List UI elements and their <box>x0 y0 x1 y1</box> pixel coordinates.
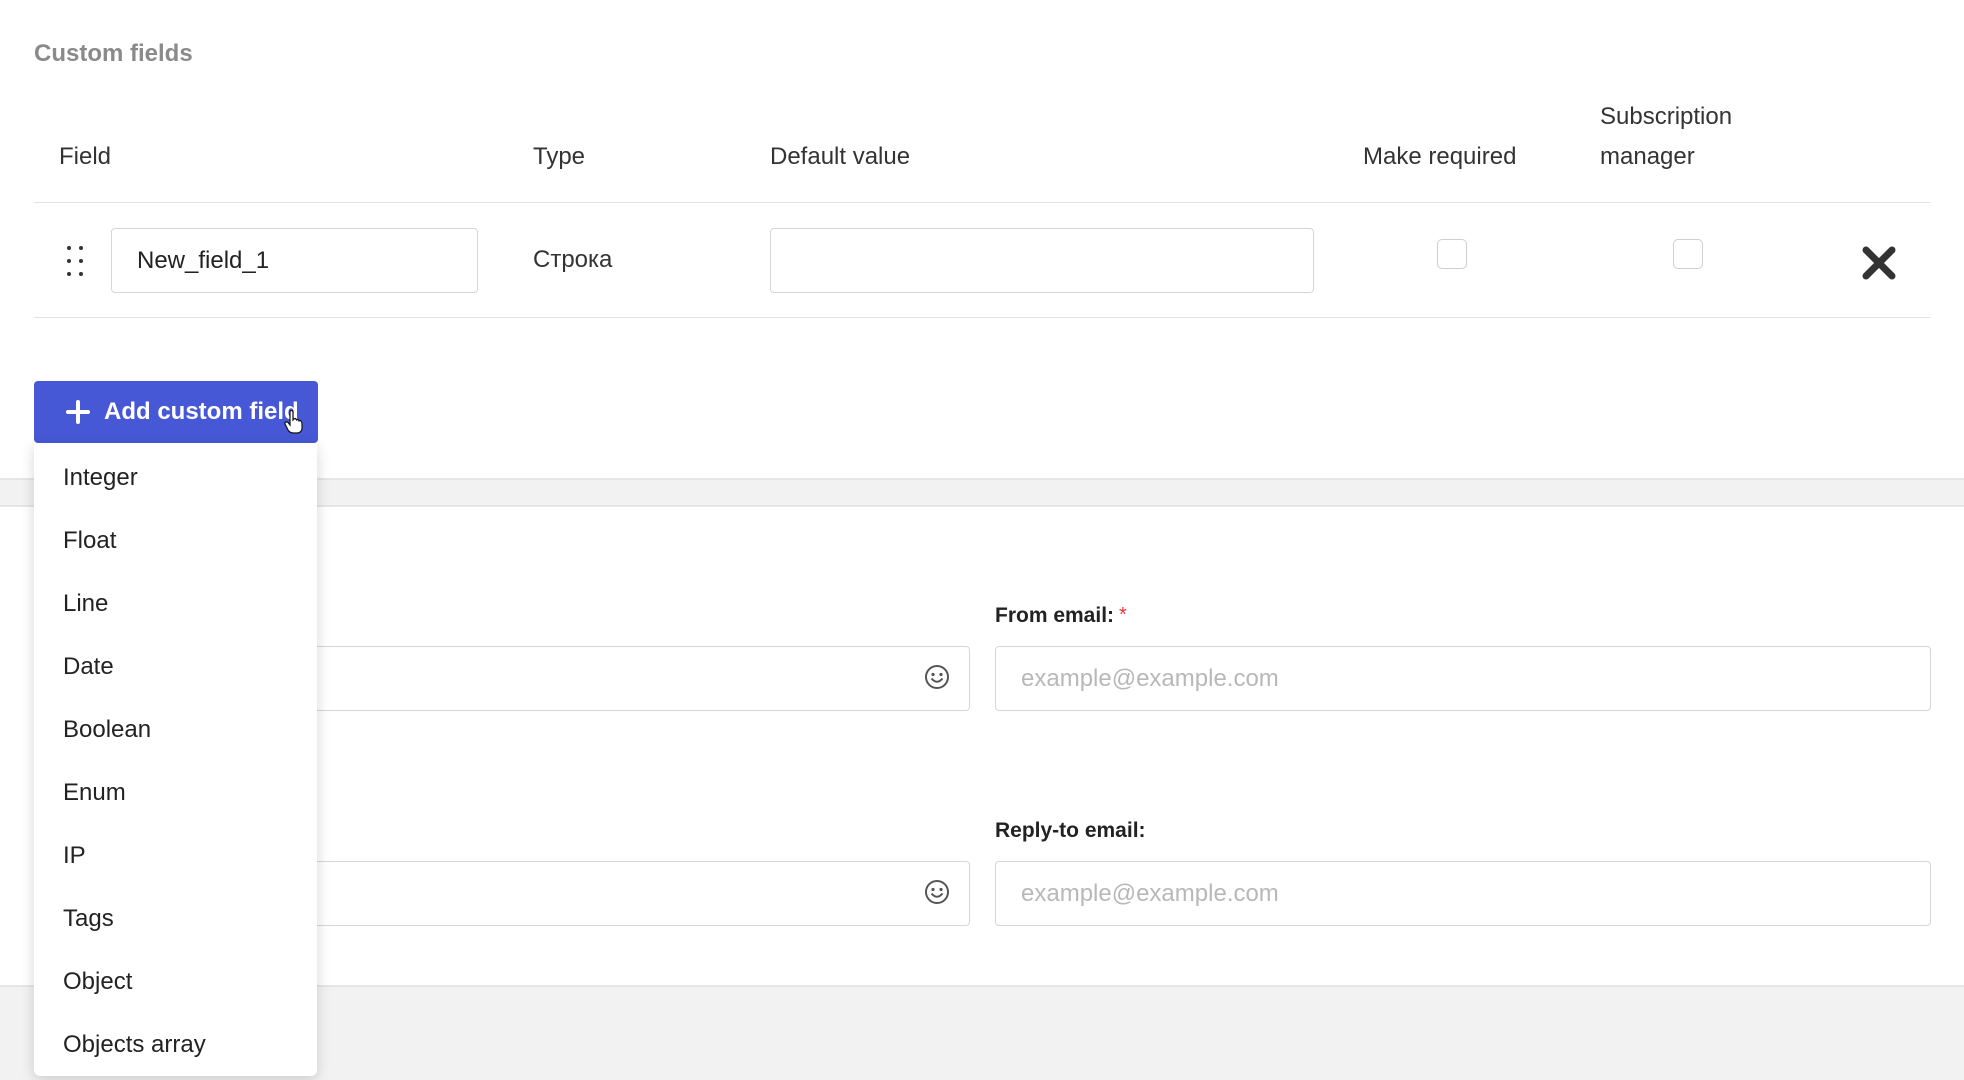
dropdown-item-line[interactable]: Line <box>34 572 317 635</box>
column-header-make-required: Make required <box>1363 143 1517 170</box>
reply-to-email-input[interactable]: example@example.com <box>995 861 1931 926</box>
dropdown-item-integer[interactable]: Integer <box>34 446 317 509</box>
make-required-checkbox[interactable] <box>1437 239 1467 269</box>
subscription-manager-checkbox[interactable] <box>1673 239 1703 269</box>
delete-field-close-icon[interactable] <box>1860 244 1898 282</box>
header-divider <box>34 202 1931 203</box>
dropdown-item-float[interactable]: Float <box>34 509 317 572</box>
dropdown-item-object[interactable]: Object <box>34 950 317 1013</box>
from-email-label: From email: * <box>995 604 1127 627</box>
add-custom-field-label: Add custom field <box>104 398 299 425</box>
field-type-dropdown: Integer Float Line Date Boolean Enum IP … <box>34 443 317 1076</box>
drag-handle-icon[interactable] <box>64 246 88 278</box>
from-email-input[interactable]: example@example.com <box>995 646 1931 711</box>
dropdown-item-enum[interactable]: Enum <box>34 761 317 824</box>
emoji-icon[interactable] <box>924 879 950 905</box>
reply-to-name-input[interactable] <box>290 861 970 926</box>
plus-icon <box>66 400 90 424</box>
required-asterisk: * <box>1119 604 1127 626</box>
column-header-default-value: Default value <box>770 143 911 170</box>
emoji-icon[interactable] <box>924 664 950 690</box>
dropdown-item-boolean[interactable]: Boolean <box>34 698 317 761</box>
field-type-value: Строка <box>533 246 613 273</box>
dropdown-item-date[interactable]: Date <box>34 635 317 698</box>
dropdown-item-objects-array[interactable]: Objects array <box>34 1013 317 1076</box>
column-header-subscription-manager-line2: manager <box>1600 143 1695 170</box>
reply-to-email-placeholder: example@example.com <box>1021 879 1279 907</box>
dropdown-item-tags[interactable]: Tags <box>34 887 317 950</box>
row-divider <box>34 317 1931 318</box>
column-header-type: Type <box>533 143 586 170</box>
column-header-subscription-manager-line1: Subscription <box>1600 103 1733 130</box>
from-email-placeholder: example@example.com <box>1021 664 1279 692</box>
sender-name-input[interactable] <box>290 646 970 711</box>
add-custom-field-button[interactable]: Add custom field <box>34 381 318 443</box>
dropdown-item-ip[interactable]: IP <box>34 824 317 887</box>
section-title: Custom fields <box>34 40 193 67</box>
hand-cursor-icon <box>284 410 303 434</box>
field-name-input[interactable]: New_field_1 <box>111 228 478 293</box>
reply-to-email-label: Reply-to email: <box>995 819 1146 842</box>
default-value-input[interactable] <box>770 228 1314 293</box>
column-header-field: Field <box>59 143 112 170</box>
